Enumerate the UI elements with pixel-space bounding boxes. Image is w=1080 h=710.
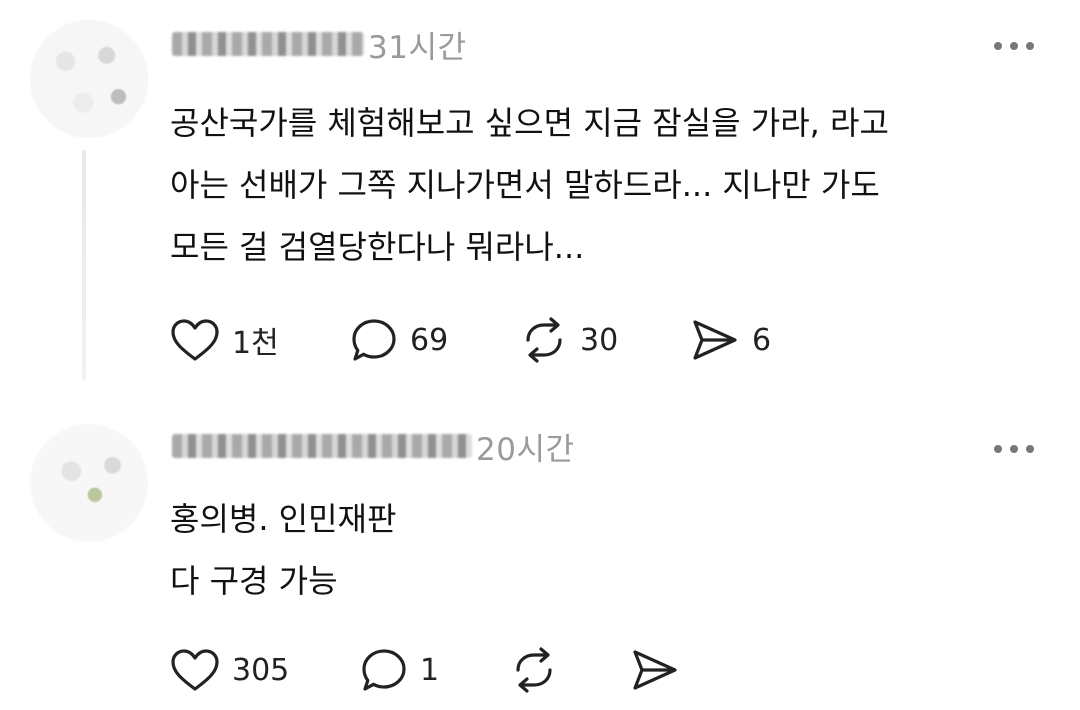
repost-icon — [516, 647, 552, 693]
comment-icon — [352, 319, 396, 361]
more-icon[interactable] — [994, 445, 1034, 453]
like-button[interactable]: 305 — [170, 648, 360, 692]
repost-button[interactable] — [510, 647, 630, 693]
more-icon[interactable] — [994, 42, 1034, 50]
thread-line — [82, 150, 86, 380]
post-header: 20시간 — [172, 426, 575, 468]
avatar[interactable] — [30, 424, 148, 542]
repost-button[interactable]: 30 — [520, 317, 690, 363]
post-time: 31시간 — [368, 29, 467, 66]
send-icon — [693, 320, 737, 360]
heart-icon — [171, 649, 219, 691]
share-count: 6 — [752, 322, 772, 358]
like-button[interactable]: 1천 — [170, 318, 350, 362]
action-bar: 305 1 — [170, 647, 710, 693]
send-icon — [633, 650, 677, 690]
action-bar: 1천 69 30 6 — [170, 317, 810, 363]
reply-count: 1 — [420, 652, 440, 688]
post-text: 홍의병. 인민재판 다 구경 가능 — [170, 500, 397, 600]
share-button[interactable] — [630, 648, 710, 692]
post-item[interactable]: 20시간 홍의병. 인민재판 다 구경 가능 305 1 — [0, 400, 1080, 710]
post-header: 31시간 — [172, 24, 467, 66]
share-button[interactable]: 6 — [690, 318, 810, 362]
post-text: 공산국가를 체험해보고 싶으면 지금 잠실을 가라, 라고 아는 선배가 그쪽 … — [170, 104, 889, 266]
avatar[interactable] — [30, 20, 148, 138]
username-blurred[interactable] — [172, 434, 472, 458]
like-count: 1천 — [232, 326, 279, 361]
reply-button[interactable]: 1 — [360, 648, 510, 692]
post-item[interactable]: 31시간 공산국가를 체험해보고 싶으면 지금 잠실을 가라, 라고 아는 선배… — [0, 0, 1080, 400]
like-count: 305 — [232, 652, 290, 688]
comment-icon — [362, 649, 406, 691]
reply-button[interactable]: 69 — [350, 318, 520, 362]
reply-count: 69 — [410, 322, 449, 358]
repost-count: 30 — [580, 322, 619, 358]
username-blurred[interactable] — [172, 32, 364, 56]
heart-icon — [171, 319, 219, 361]
post-time: 20시간 — [476, 431, 575, 468]
repost-icon — [526, 317, 562, 363]
